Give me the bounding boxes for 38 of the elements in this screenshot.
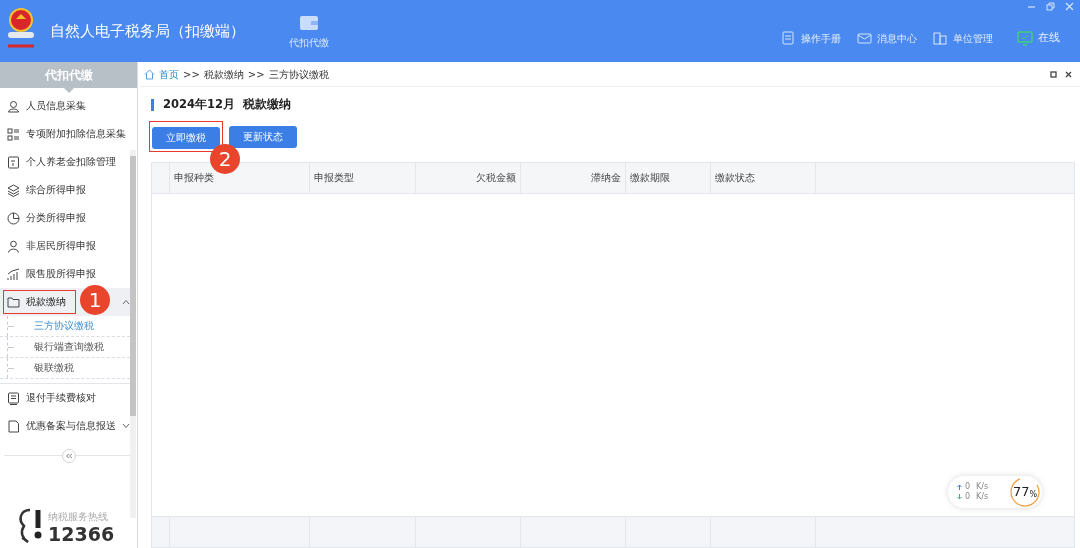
action-button[interactable]: 立即缴税	[152, 127, 220, 150]
action-button[interactable]: 更新状态	[229, 126, 297, 149]
network-monitor-widget[interactable]: 0 K/s 0 K/s 77%	[948, 476, 1042, 508]
sidebar-item[interactable]: 非居民所得申报	[0, 232, 130, 260]
sidebar-item[interactable]: 退付手续费核对	[0, 384, 130, 412]
app-title: 自然人电子税务局（扣缴端）	[50, 20, 245, 42]
sidebar-item[interactable]: 优惠备案与信息报送	[0, 412, 130, 440]
step-marker: 1	[80, 285, 110, 315]
breadcrumb-link[interactable]: 税款缴纳	[203, 66, 244, 82]
table-header-cell: 申报类型	[310, 163, 416, 194]
hotline-number: 12366	[48, 523, 115, 544]
sidebar-item[interactable]: 个人养老金扣除管理	[0, 148, 130, 176]
submenu-item[interactable]: 银行端查询缴税	[34, 339, 104, 355]
percent-sign: %	[1029, 490, 1038, 499]
sidebar-item[interactable]: 专项附加扣除信息采集	[0, 120, 130, 148]
page-title: 2024年12月 税款缴纳	[163, 96, 292, 113]
table-header-cell: 缴款状态	[711, 163, 816, 194]
sidebar-item[interactable]: 税款缴纳 1	[0, 288, 130, 316]
submenu-item[interactable]: 三方协议缴税	[34, 318, 94, 334]
breadcrumb-link[interactable]: 三方协议缴税	[268, 66, 329, 82]
sidebar-item[interactable]: 分类所得申报	[0, 204, 130, 232]
breadcrumb-separator: >>	[183, 67, 200, 82]
breadcrumb-link[interactable]: 首页	[159, 66, 179, 82]
sidebar-item[interactable]: 综合所得申报	[0, 176, 130, 204]
hotline-label: 纳税服务热线	[48, 509, 109, 524]
submenu-item[interactable]: 银联缴税	[34, 360, 74, 376]
download-speed: 0	[965, 492, 971, 502]
breadcrumb-separator: >>	[247, 67, 265, 82]
speed-unit: K/s	[976, 492, 989, 502]
sidebar-title: 代扣代缴	[44, 67, 93, 84]
table-header-cell: 缴款期限	[626, 163, 711, 194]
upload-speed: 0	[965, 482, 971, 492]
table-header-cell: 欠税金额	[416, 163, 521, 194]
speed-unit: K/s	[976, 482, 989, 492]
sidebar-item[interactable]: 限售股所得申报	[0, 260, 130, 288]
table-header-cell: 滞纳金	[521, 163, 626, 194]
sidebar-item[interactable]: 人员信息采集	[0, 92, 130, 120]
usage-percent: 77	[1012, 485, 1030, 499]
